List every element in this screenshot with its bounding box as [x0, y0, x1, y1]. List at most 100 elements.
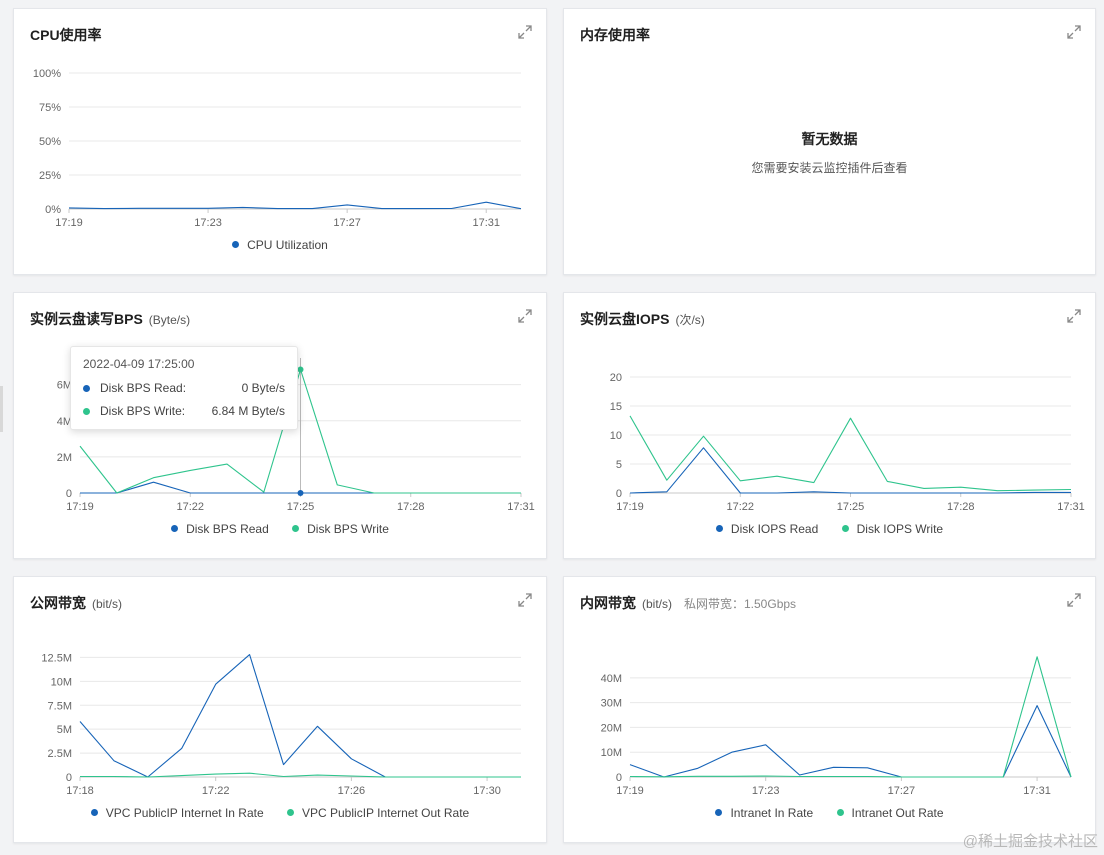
y-tick-label: 20: [610, 372, 622, 384]
no-data-description: 您需要安装云监控插件后查看: [751, 161, 908, 175]
tooltip-label: Disk BPS Write:: [100, 404, 186, 418]
chart-legend: Disk IOPS Read Disk IOPS Write: [564, 521, 1095, 536]
legend-label: Disk BPS Write: [307, 521, 389, 536]
scroll-edge-handle[interactable]: [0, 386, 3, 432]
legend-dot: [715, 809, 723, 816]
series-line-cpu-utilization: [68, 201, 522, 210]
y-tick-label: 25%: [39, 170, 61, 182]
x-tick-label: 17:23: [194, 217, 222, 229]
x-tick-label: 17:31: [1057, 501, 1085, 513]
y-tick-label: 10M: [51, 676, 72, 688]
legend-label: Disk BPS Read: [186, 521, 269, 536]
y-tick-label: 40M: [601, 673, 622, 685]
x-tick-label: 17:31: [472, 217, 500, 229]
tooltip-label: Disk BPS Read:: [100, 381, 187, 395]
legend-dot: [287, 809, 294, 816]
y-tick-label: 0: [66, 772, 72, 784]
legend-label: Intranet In Rate: [730, 805, 814, 820]
intranet-bandwidth-chart: 0 10M 20M 30M 40M 17:19 17:23 17:27 17:31: [601, 656, 1072, 797]
y-tick-label: 2M: [57, 452, 72, 464]
series-line-vpc-publicip-internet-out-rate: [80, 772, 521, 778]
y-tick-label: 0%: [45, 204, 61, 216]
tooltip-value: 6.84 M Byte/s: [211, 404, 285, 418]
legend-label: Disk IOPS Read: [730, 521, 819, 536]
y-tick-label: 12.5M: [41, 652, 72, 664]
x-tick-label: 17:22: [202, 785, 230, 797]
series-line-intranet-out-rate: [629, 656, 1072, 778]
tooltip-dot: [83, 384, 90, 392]
tooltip-row-read: Disk BPS Read: 0 Byte/s: [83, 381, 285, 395]
x-tick-label: 17:18: [66, 785, 94, 797]
public-bandwidth-card: 公网带宽 (bit/s) 0 2.5M 5M 7.5M 10M 12.5M 17:18 17:…: [13, 576, 547, 843]
public-bandwidth-chart: 0 2.5M 5M 7.5M 10M 12.5M 17:18 17:22 17:26 17:30: [41, 652, 521, 797]
x-tick-label: 17:25: [837, 501, 865, 513]
series-line-intranet-in-rate: [629, 705, 1072, 778]
series-line-disk-iops-write: [629, 415, 1072, 492]
card-title: 内存使用率: [580, 27, 650, 43]
y-tick-label: 2.5M: [48, 748, 72, 760]
legend-item-disk-bps-write[interactable]: Disk BPS Write: [292, 522, 389, 536]
x-tick-label: 17:22: [176, 501, 204, 513]
chart-legend: Disk BPS Read Disk BPS Write: [14, 521, 546, 536]
x-tick-label: 17:27: [333, 217, 361, 229]
series-line-vpc-publicip-internet-in-rate: [79, 654, 521, 778]
chart-legend: Intranet In Rate Intranet Out Rate: [564, 805, 1095, 820]
x-tick-label: 17:19: [55, 217, 83, 229]
chart-legend: CPU Utilization: [14, 237, 546, 252]
legend-dot: [171, 525, 179, 532]
y-tick-label: 30M: [601, 698, 622, 710]
legend-item-intranet-out-rate[interactable]: Intranet Out Rate: [836, 805, 944, 820]
legend-item-disk-iops-write[interactable]: Disk IOPS Write: [841, 521, 944, 536]
y-tick-label: 5M: [57, 724, 72, 736]
x-tick-label: 17:19: [616, 501, 644, 513]
legend-label: CPU Utilization: [247, 237, 328, 252]
y-tick-label: 5: [616, 459, 622, 471]
card-header: 内存使用率: [580, 25, 650, 45]
x-tick-label: 17:27: [888, 785, 916, 797]
no-data-title: 暂无数据: [801, 131, 858, 147]
legend-dot: [836, 809, 844, 816]
y-tick-label: 75%: [39, 102, 61, 114]
x-tick-label: 17:31: [1023, 785, 1051, 797]
legend-item-intranet-in-rate[interactable]: Intranet In Rate: [715, 806, 813, 820]
y-tick-label: 0: [616, 488, 622, 500]
x-tick-label: 17:31: [507, 501, 535, 513]
legend-dot: [841, 525, 849, 532]
legend-item-internet-in-rate[interactable]: VPC PublicIP Internet In Rate: [90, 806, 264, 820]
x-tick-label: 17:19: [66, 501, 94, 513]
legend-label: VPC PublicIP Internet Out Rate: [302, 805, 470, 820]
y-tick-label: 10: [610, 430, 622, 442]
legend-item-cpu-utilization[interactable]: CPU Utilization: [232, 238, 328, 252]
expand-icon[interactable]: [1067, 25, 1081, 39]
legend-label: Intranet Out Rate: [851, 805, 944, 820]
legend-item-disk-bps-read[interactable]: Disk BPS Read: [171, 522, 269, 536]
chart-tooltip: 2022-04-09 17:25:00 Disk BPS Read: 0 Byt…: [70, 346, 298, 430]
watermark: @稀土掘金技术社区: [962, 833, 1098, 850]
y-tick-label: 50%: [39, 136, 61, 148]
tooltip-time: 2022-04-09 17:25:00: [83, 357, 195, 371]
x-tick-label: 17:25: [287, 501, 315, 513]
memory-card: 内存使用率 暂无数据 您需要安装云监控插件后查看: [563, 8, 1096, 275]
y-tick-label: 15: [610, 401, 622, 413]
x-tick-label: 17:22: [726, 501, 754, 513]
y-tick-label: 0: [66, 488, 72, 500]
hover-point: [297, 366, 304, 373]
y-tick-label: 10M: [601, 747, 622, 759]
y-tick-label: 20M: [601, 722, 622, 734]
y-tick-label: 100%: [33, 68, 61, 80]
cpu-chart: 0% 25% 50% 75% 100% 17:19 17:23 17:27 17:31: [33, 68, 522, 229]
legend-item-disk-iops-read[interactable]: Disk IOPS Read: [715, 521, 819, 536]
legend-label: Disk IOPS Write: [856, 521, 944, 536]
legend-dot: [292, 525, 300, 532]
x-tick-label: 17:23: [752, 785, 780, 797]
y-tick-label: 7.5M: [48, 700, 72, 712]
tooltip-row-write: Disk BPS Write: 6.84 M Byte/s: [83, 404, 285, 418]
x-tick-label: 17:26: [338, 785, 366, 797]
disk-iops-chart: 0 5 10 15 20 17:19 17:22 17:25 17:28 17:31: [610, 372, 1085, 513]
legend-dot: [715, 525, 723, 532]
x-tick-label: 17:28: [947, 501, 975, 513]
no-data-panel: 暂无数据 您需要安装云监控插件后查看: [564, 129, 1095, 176]
legend-item-internet-out-rate[interactable]: VPC PublicIP Internet Out Rate: [287, 806, 469, 820]
legend-dot: [232, 241, 240, 248]
y-tick-label: 0: [616, 772, 622, 784]
